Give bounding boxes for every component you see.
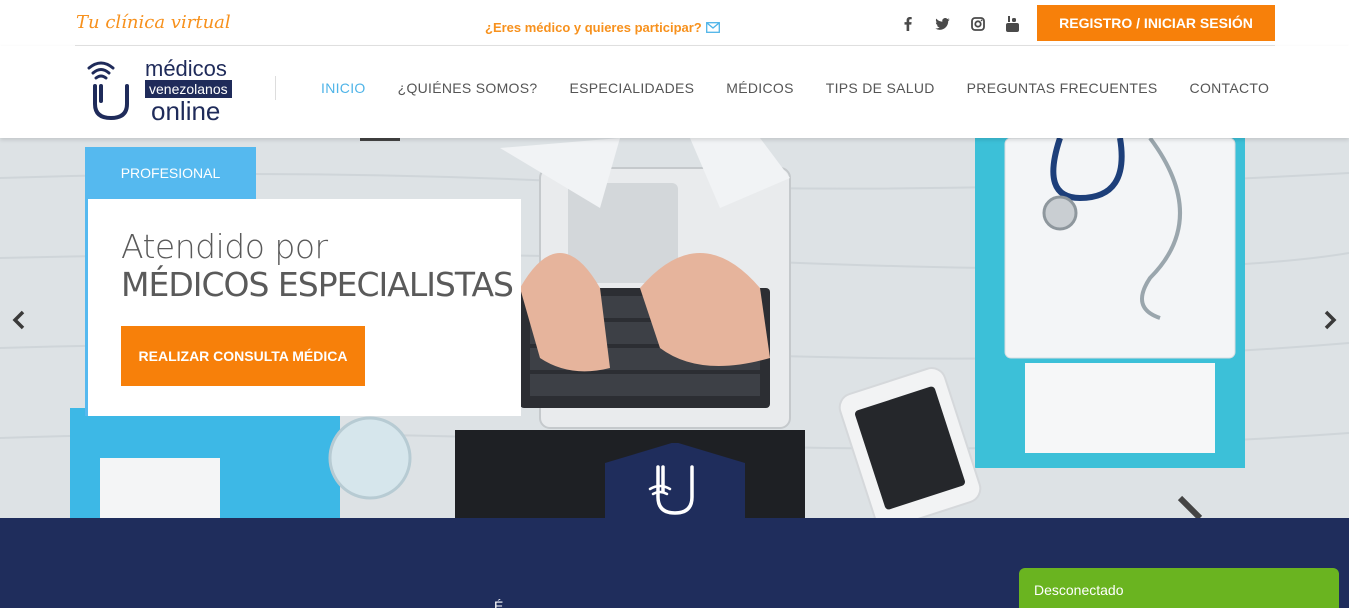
youtube-icon[interactable]	[995, 14, 1030, 34]
nav-contacto[interactable]: CONTACTO	[1174, 80, 1286, 96]
logo-text-online: online	[151, 96, 221, 126]
house-emblem-icon	[605, 443, 745, 518]
header-divider	[275, 76, 276, 100]
slider-next-arrow-icon[interactable]	[1318, 308, 1342, 332]
social-links	[890, 14, 1030, 34]
doctor-participate-link[interactable]: ¿Eres médico y quieres participar?	[485, 20, 720, 35]
hero-heading-line1: Atendido por	[121, 227, 328, 266]
doctor-participate-label: ¿Eres médico y quieres participar?	[485, 20, 702, 35]
facebook-icon[interactable]	[890, 14, 925, 34]
main-nav: INICIO ¿QUIÉNES SOMOS? ESPECIALIDADES MÉ…	[305, 80, 1285, 96]
main-header: médicos venezolanos online INICIO ¿QUIÉN…	[0, 46, 1349, 138]
logo-text-medicos: médicos	[145, 56, 227, 81]
chat-widget[interactable]: Desconectado	[1019, 568, 1339, 608]
register-login-button[interactable]: REGISTRO / INICIAR SESIÓN	[1037, 5, 1275, 41]
nav-medicos[interactable]: MÉDICOS	[710, 80, 809, 96]
nav-quienes-somos[interactable]: ¿QUIÉNES SOMOS?	[382, 80, 554, 96]
nav-inicio[interactable]: INICIO	[305, 80, 382, 96]
nav-tips-de-salud[interactable]: TIPS DE SALUD	[810, 80, 951, 96]
nav-especialidades[interactable]: ESPECIALIDADES	[553, 80, 710, 96]
hero-card: Atendido por MÉDICOS ESPECIALISTAS REALI…	[85, 199, 521, 416]
consult-button[interactable]: REALIZAR CONSULTA MÉDICA	[121, 326, 365, 386]
hero-heading-line2: MÉDICOS ESPECIALISTAS	[121, 265, 514, 304]
slider-prev-arrow-icon[interactable]	[7, 308, 31, 332]
tagline: Tu clínica virtual	[76, 12, 231, 33]
twitter-icon[interactable]	[925, 14, 960, 34]
chat-status-label: Desconectado	[1034, 582, 1124, 598]
instagram-icon[interactable]	[960, 14, 995, 34]
bottom-heading-partial: É	[494, 598, 504, 614]
stethoscope-wifi-logo-icon	[87, 61, 129, 121]
envelope-icon	[705, 22, 720, 33]
hero-tag: PROFESIONAL	[85, 147, 256, 199]
nav-preguntas-frecuentes[interactable]: PREGUNTAS FRECUENTES	[951, 80, 1174, 96]
site-logo[interactable]: médicos venezolanos online	[85, 56, 245, 126]
top-bar: Tu clínica virtual ¿Eres médico y quiere…	[0, 0, 1349, 46]
